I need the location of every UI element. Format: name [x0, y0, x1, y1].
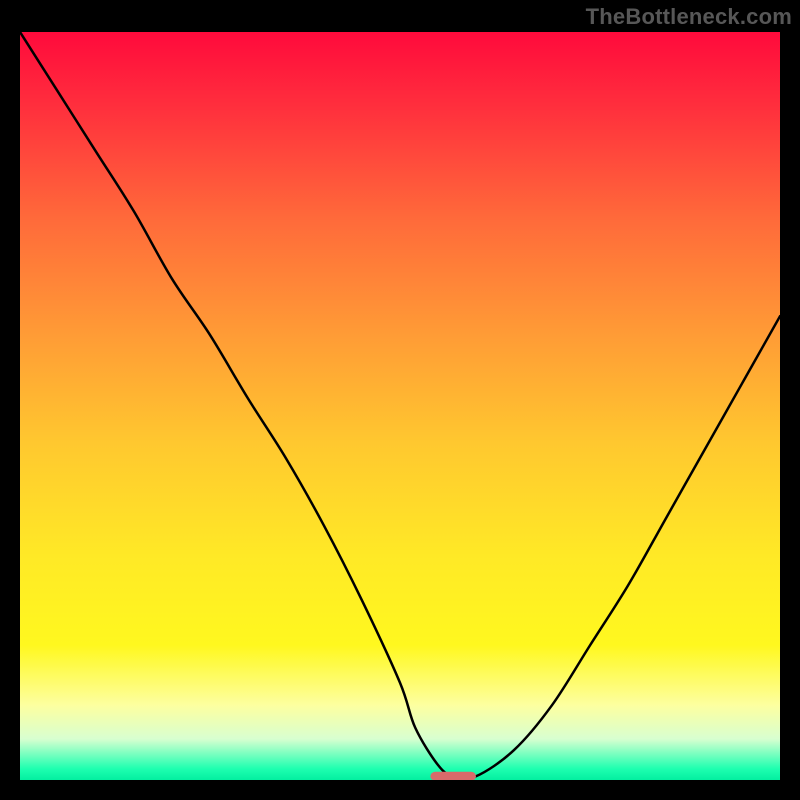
chart-container: TheBottleneck.com — [0, 0, 800, 800]
plot-area — [20, 32, 780, 780]
optimal-marker — [430, 772, 476, 780]
chart-svg — [20, 32, 780, 780]
gradient-background — [20, 32, 780, 780]
watermark-text: TheBottleneck.com — [586, 4, 792, 30]
